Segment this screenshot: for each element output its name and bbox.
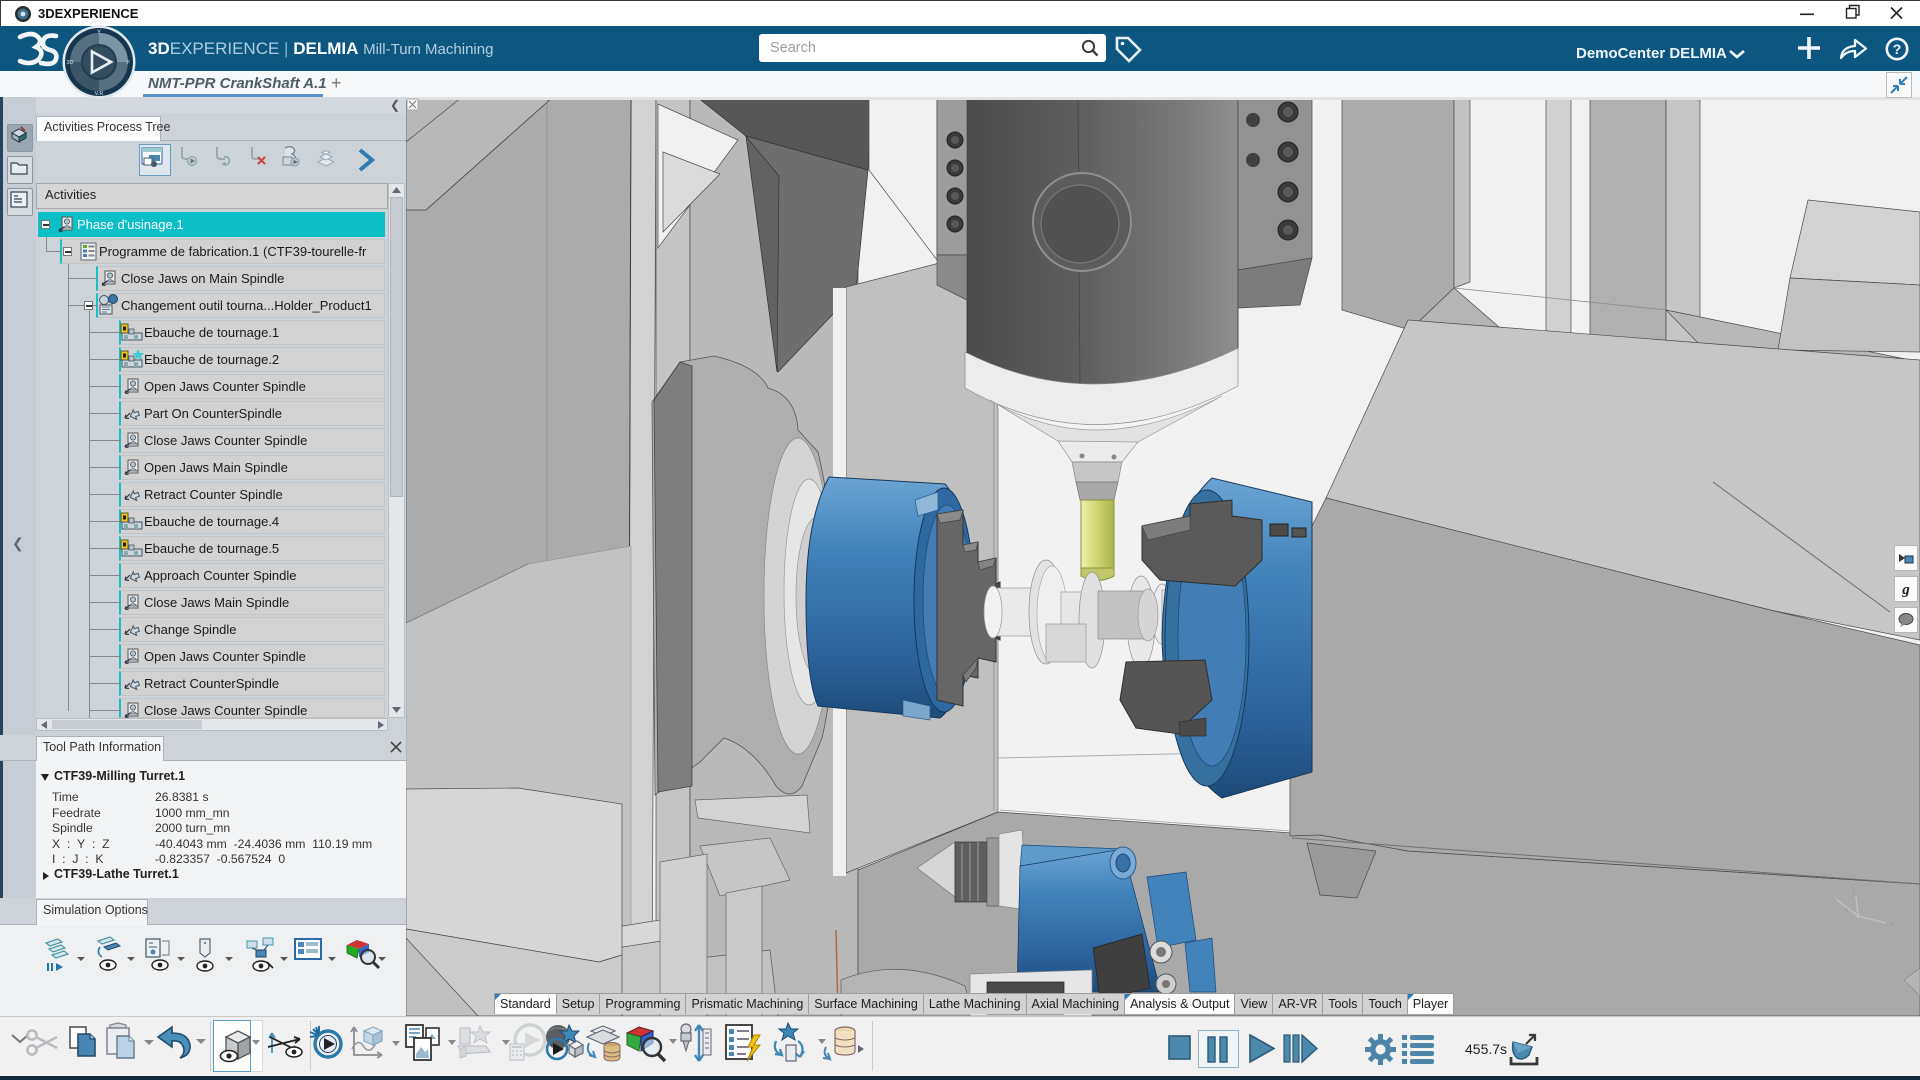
svg-text:z: z: [1852, 888, 1856, 895]
svg-text:i²: i²: [126, 60, 129, 66]
svg-text:y: y: [1844, 907, 1848, 914]
svg-text:Y: Y: [97, 30, 101, 36]
svg-text:V.R: V.R: [95, 91, 104, 97]
svg-text:?: ?: [1893, 41, 1902, 57]
svg-text:x: x: [1890, 922, 1894, 929]
svg-text:3D: 3D: [66, 60, 73, 66]
svg-text:g: g: [1901, 582, 1910, 598]
